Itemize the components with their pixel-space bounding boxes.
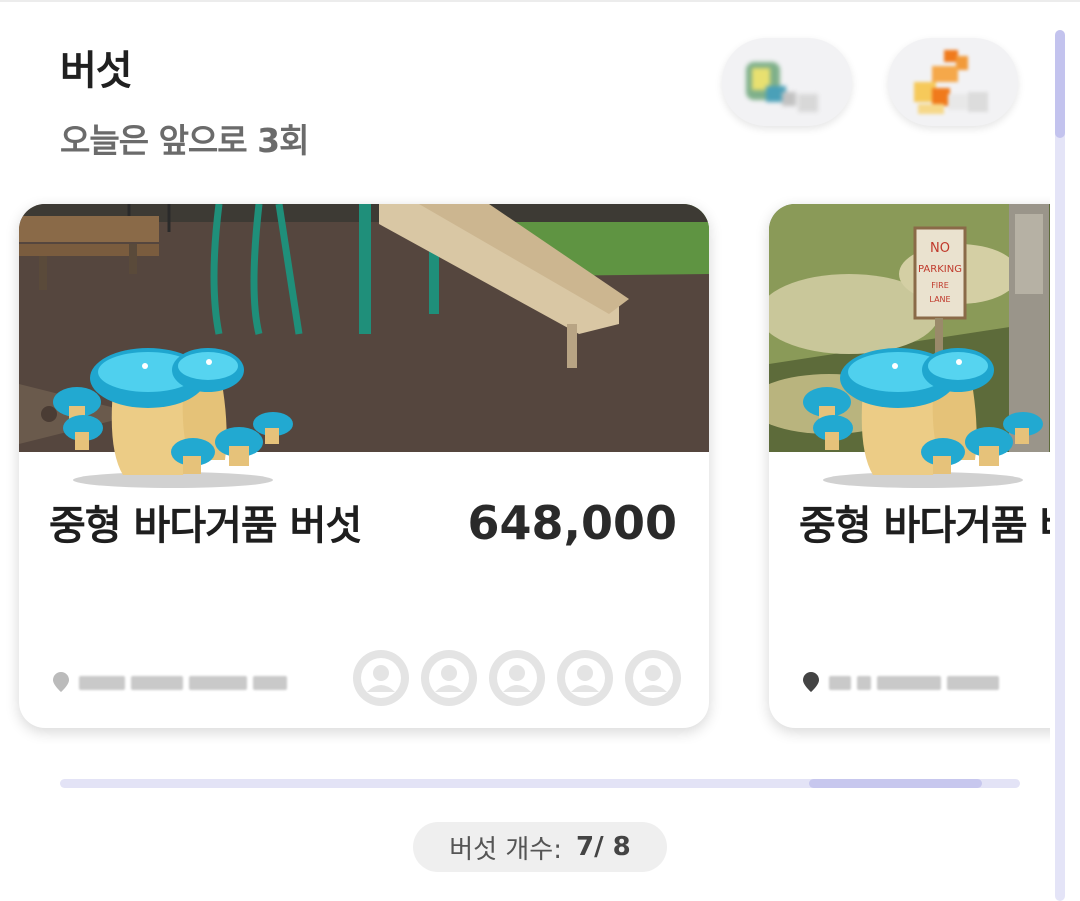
section-header: 버섯 오늘은 앞으로 3회 — [60, 38, 309, 162]
svg-text:PARKING: PARKING — [918, 264, 962, 275]
user-placeholder-icon — [565, 658, 605, 698]
sprout-item-button[interactable] — [722, 38, 852, 126]
avatar — [489, 650, 545, 706]
card-item-name: 중형 바다거품 버섯 — [799, 503, 1050, 549]
orange-item-icon — [914, 50, 988, 114]
location-pin-icon — [53, 672, 69, 692]
section-title: 버섯 — [60, 48, 133, 94]
location-pin-icon — [803, 672, 819, 692]
user-placeholder-icon — [497, 658, 537, 698]
mushroom-cluster-icon — [53, 348, 293, 488]
carousel-scrollbar[interactable] — [60, 779, 1020, 788]
user-placeholder-icon — [361, 658, 401, 698]
svg-text:LANE: LANE — [929, 295, 950, 304]
carousel-scroll-thumb[interactable] — [808, 779, 982, 788]
card-location-blurred — [49, 670, 309, 696]
mushroom-carousel[interactable]: 중형 바다거품 버섯 648,000 NO PARKING FIRE LANE … — [0, 196, 1050, 744]
mushroom-card[interactable]: 중형 바다거품 버섯 648,000 — [19, 204, 709, 728]
svg-text:FIRE: FIRE — [931, 281, 949, 290]
page-scrollbar[interactable] — [1055, 30, 1065, 901]
user-placeholder-icon — [633, 658, 673, 698]
card-location-blurred — [799, 670, 1050, 696]
mushroom-count-value: 7/ 8 — [575, 832, 631, 862]
mushroom-card[interactable]: NO PARKING FIRE LANE 중형 바다거품 — [769, 204, 1050, 728]
user-placeholder-icon — [429, 658, 469, 698]
sprout-item-icon — [746, 62, 818, 112]
avatar — [557, 650, 613, 706]
participant-avatars — [353, 650, 681, 706]
page-scroll-thumb[interactable] — [1055, 30, 1065, 138]
svg-text:NO: NO — [930, 241, 950, 256]
orange-item-button[interactable] — [888, 38, 1018, 126]
remaining-count-text: 오늘은 앞으로 3회 — [60, 121, 309, 160]
mushroom-count-badge: 버섯 개수: 7/ 8 — [413, 822, 667, 872]
top-divider — [0, 0, 1080, 2]
mushroom-cluster-icon — [803, 348, 1043, 488]
avatar — [353, 650, 409, 706]
avatar — [625, 650, 681, 706]
mushroom-count-label: 버섯 개수: — [449, 834, 562, 865]
avatar — [421, 650, 477, 706]
card-item-price: 648,000 — [467, 496, 677, 550]
card-item-name: 중형 바다거품 버섯 — [49, 503, 362, 549]
